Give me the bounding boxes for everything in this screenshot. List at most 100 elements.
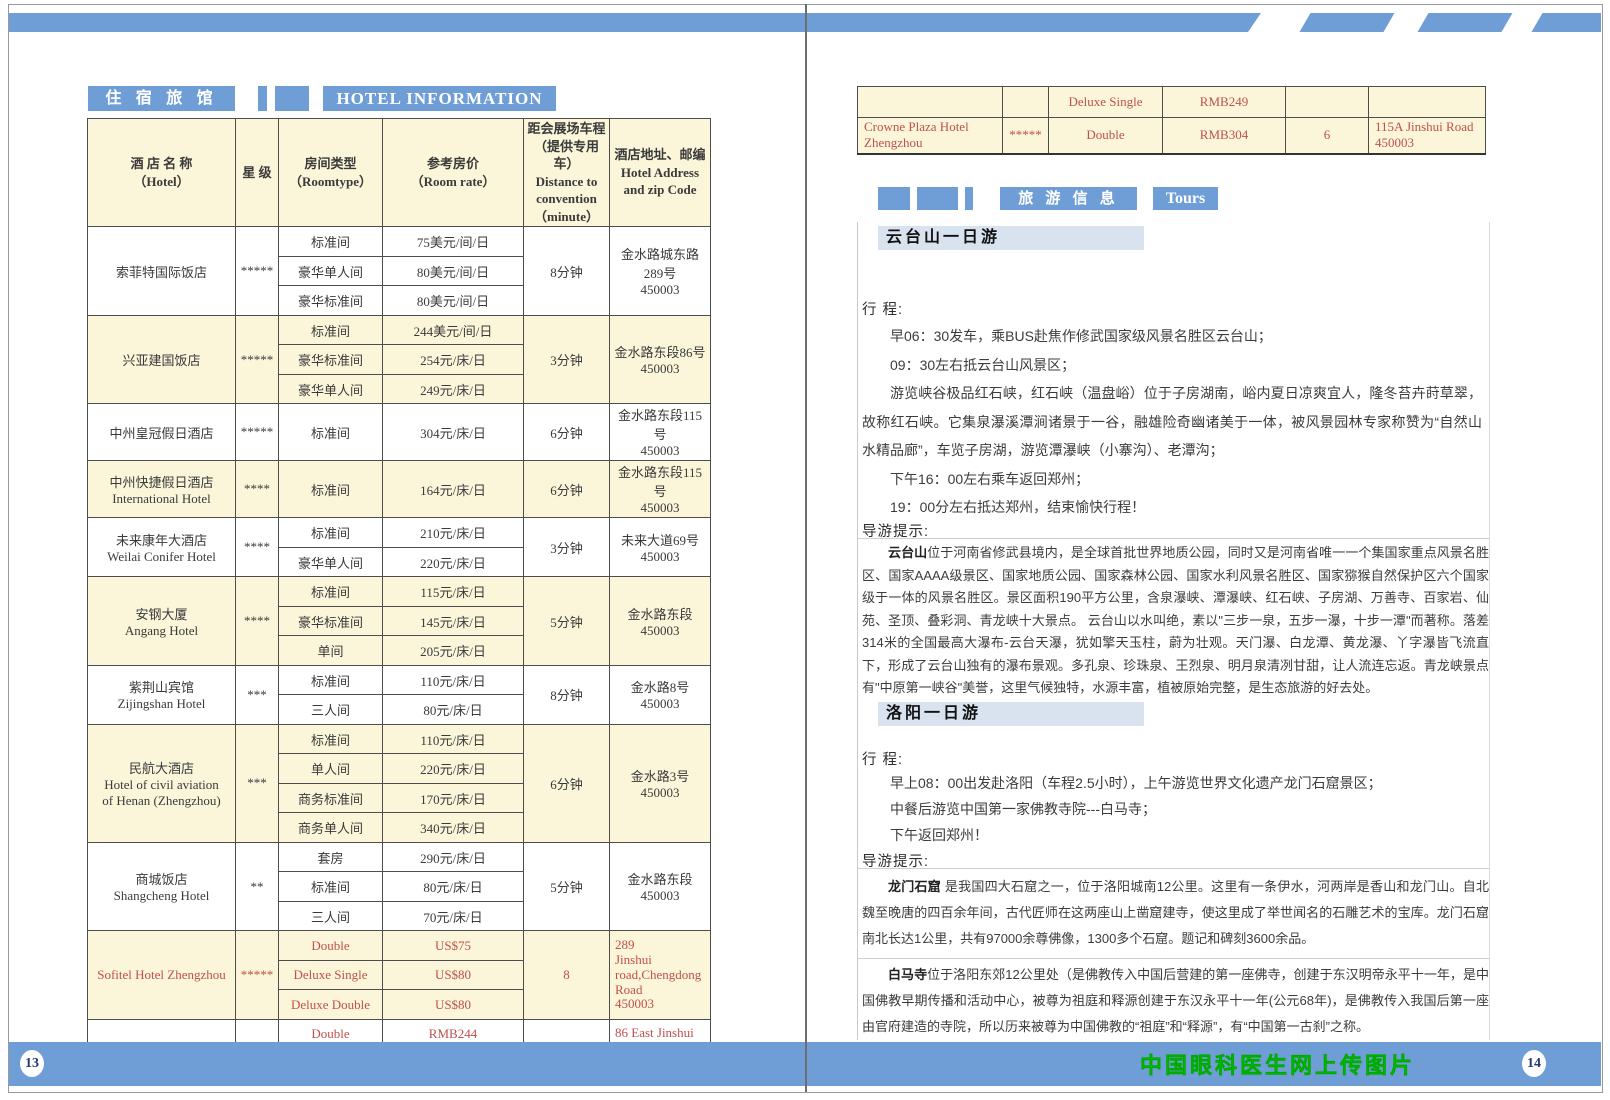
- schedule-item: 19：00分左右抵达郑州，结束愉快行程！: [862, 493, 1482, 522]
- schedule-item: 早上08：00出发赴洛阳（车程2.5小时），上午游览世界文化遗产龙门石窟景区；: [862, 770, 1482, 796]
- hotel-distance: 6分钟: [524, 461, 610, 518]
- hotel-distance: 6分钟: [524, 404, 610, 461]
- schedule-item: 早06：30发车，乘BUS赴焦作修武国家级风景名胜区云台山；: [862, 322, 1482, 351]
- col-header-stars: 星 级: [236, 119, 279, 227]
- hotel-address: 289 Jinshui road,Chengdong Road 450003: [610, 931, 711, 1020]
- hotel-stars: *****: [236, 404, 279, 461]
- schedule-item: 09：30左右抵云台山风景区；: [862, 351, 1482, 380]
- room-rate: 210元/床/日: [383, 518, 524, 548]
- room-type: 豪华标准间: [279, 286, 383, 316]
- hotel-stars: ****: [236, 518, 279, 577]
- hotel-row: 民航大酒店 Hotel of civil aviation of Henan (…: [88, 724, 711, 754]
- room-type: Deluxe Single: [279, 960, 383, 990]
- hotel-name: 兴亚建国饭店: [88, 315, 236, 404]
- header-accent-block: [258, 86, 267, 111]
- room-rate: 205元/床/日: [383, 636, 524, 666]
- schedule-item: 下午返回郑州！: [862, 822, 1482, 848]
- room-type: 标准间: [279, 724, 383, 754]
- hotel-row: 安钢大厦 Angang Hotel****标准间115元/床/日5分钟金水路东段…: [88, 577, 711, 607]
- room-rate: 75美元/间/日: [383, 227, 524, 257]
- room-type: 标准间: [279, 227, 383, 257]
- hotel-stars: *****: [236, 931, 279, 1020]
- room-type: 豪华标准间: [279, 606, 383, 636]
- room-rate: 340元/床/日: [383, 813, 524, 843]
- room-rate: 110元/床/日: [383, 665, 524, 695]
- hotel-row: 紫荆山宾馆 Zijingshan Hotel***标准间110元/床/日8分钟金…: [88, 665, 711, 695]
- hotel-stars: ***: [236, 724, 279, 842]
- hotel-row: 兴亚建国饭店*****标准间244美元/间/日3分钟金水路东段86号 45000…: [88, 315, 711, 345]
- room-rate: 80美元/间/日: [383, 286, 524, 316]
- room-type: 标准间: [279, 577, 383, 607]
- hotel-stars: ****: [236, 461, 279, 518]
- room-rate: 244美元/间/日: [383, 315, 524, 345]
- room-rate: 249元/床/日: [383, 374, 524, 404]
- tip-paragraph: 白马寺位于洛阳东郊12公里处（是佛教传入中国后营建的第一座佛寺，创建于东汉明帝永…: [862, 962, 1489, 1040]
- hotel-name: 未来康年大酒店 Weilai Conifer Hotel: [88, 518, 236, 577]
- room-type: Deluxe Double: [279, 990, 383, 1020]
- col-header-roomtype: 房间类型 （Roomtype）: [279, 119, 383, 227]
- hotel-distance: 8分钟: [524, 227, 610, 316]
- hotel-address: 金水路东段 450003: [610, 842, 711, 931]
- room-rate: US$80: [383, 960, 524, 990]
- hotel-stars: *****: [236, 227, 279, 316]
- header-accent-block: [275, 86, 309, 111]
- schedule-list: 早06：30发车，乘BUS赴焦作修武国家级风景名胜区云台山；09：30左右抵云台…: [862, 322, 1482, 522]
- room-type: 豪华单人间: [279, 547, 383, 577]
- hotel-name: 紫荆山宾馆 Zijingshan Hotel: [88, 665, 236, 724]
- room-type: 标准间: [279, 518, 383, 548]
- room-type: 豪华标准间: [279, 345, 383, 375]
- hotel-address: 金水路东段86号 450003: [610, 315, 711, 404]
- hotel-distance: 5分钟: [524, 842, 610, 931]
- hotel-name: 中州皇冠假日酒店: [88, 404, 236, 461]
- room-rate: 170元/床/日: [383, 783, 524, 813]
- hotel-address: 金水路东段115号 450003: [610, 461, 711, 518]
- tip-lead: 龙门石窟: [888, 879, 941, 894]
- schedule-list: 早上08：00出发赴洛阳（车程2.5小时），上午游览世界文化遗产龙门石窟景区；中…: [862, 770, 1482, 848]
- hotel-row: 索菲特国际饭店*****标准间75美元/间/日8分钟金水路城东路289号 450…: [88, 227, 711, 257]
- col-header-address: 酒店地址、邮编 Hotel Address and zip Code: [610, 119, 711, 227]
- tours-border-left: [857, 222, 858, 1040]
- hotel-row: 中州皇冠假日酒店*****标准间304元/床/日6分钟金水路东段115号 450…: [88, 404, 711, 461]
- room-type: 标准间: [279, 461, 383, 518]
- hotel-address: 金水路8号 450003: [610, 665, 711, 724]
- col-header-rate: 参考房价 （Room rate）: [383, 119, 524, 227]
- room-type: 豪华单人间: [279, 374, 383, 404]
- room-rate: 220元/床/日: [383, 754, 524, 784]
- room-rate: US$75: [383, 931, 524, 961]
- hotel-address: 未来大道69号 450003: [610, 518, 711, 577]
- hotel-distance: 3分钟: [524, 518, 610, 577]
- schedule-item: 中餐后游览中国第一家佛教寺院---白马寺；: [862, 796, 1482, 822]
- page-gutter-line: [805, 4, 807, 1092]
- hotel-stars: **: [236, 842, 279, 931]
- tours-divider: [857, 538, 1490, 539]
- hotel-row: 中州快捷假日酒店 International Hotel****标准间164元/…: [88, 461, 711, 518]
- hotel-name: 中州快捷假日酒店 International Hotel: [88, 461, 236, 518]
- hotel-information-table: 酒 店 名 称 （Hotel） 星 级 房间类型 （Roomtype） 参考房价…: [87, 118, 711, 1079]
- tips-paragraphs: 云台山位于河南省修武县境内，是全球首批世界地质公园，同时又是河南省唯一一个集国家…: [862, 542, 1489, 710]
- hotel-stars: ***: [236, 665, 279, 724]
- tour-heading-luoyang: 洛阳一日游: [878, 702, 1144, 726]
- hotel-table-body: 索菲特国际饭店*****标准间75美元/间/日8分钟金水路城东路289号 450…: [88, 227, 711, 1079]
- tour-heading-yuntaishan: 云台山一日游: [878, 226, 1144, 250]
- hotel-row: Sofitel Hotel Zhengzhou*****DoubleUS$758…: [88, 931, 711, 961]
- hotel-name: Sofitel Hotel Zhengzhou: [88, 931, 236, 1020]
- schedule-item: 下午16：00左右乘车返回郑州；: [862, 465, 1482, 494]
- tours-divider: [857, 868, 1490, 869]
- room-rate: 80元/床/日: [383, 695, 524, 725]
- table-header-row: 酒 店 名 称 （Hotel） 星 级 房间类型 （Roomtype） 参考房价…: [88, 119, 711, 227]
- schedule-label: 行 程:: [862, 298, 903, 319]
- hotel-address: 金水路城东路289号 450003: [610, 227, 711, 316]
- watermark-text: 中国眼科医生网上传图片: [1140, 1048, 1415, 1080]
- hotel-address: 金水路3号 450003: [610, 724, 711, 842]
- room-type: 套房: [279, 842, 383, 872]
- brochure-spread: { "colors": { "accent_blue": "#6f9ed7", …: [0, 0, 1610, 1100]
- room-type: Double: [279, 931, 383, 961]
- room-rate: 254元/床/日: [383, 345, 524, 375]
- hotel-stars: ****: [236, 577, 279, 666]
- tips-paragraphs: 龙门石窟 是我国四大石窟之一，位于洛阳城南12公里。这里有一条伊水，河两岸是香山…: [862, 874, 1489, 1050]
- room-type: 三人间: [279, 901, 383, 931]
- tours-border-right: [1489, 222, 1490, 1040]
- room-rate: US$80: [383, 990, 524, 1020]
- hotel-name: 商城饭店 Shangcheng Hotel: [88, 842, 236, 931]
- tours-section: 云台山一日游 行 程: 早06：30发车，乘BUS赴焦作修武国家级风景名胜区云台…: [857, 0, 1490, 1040]
